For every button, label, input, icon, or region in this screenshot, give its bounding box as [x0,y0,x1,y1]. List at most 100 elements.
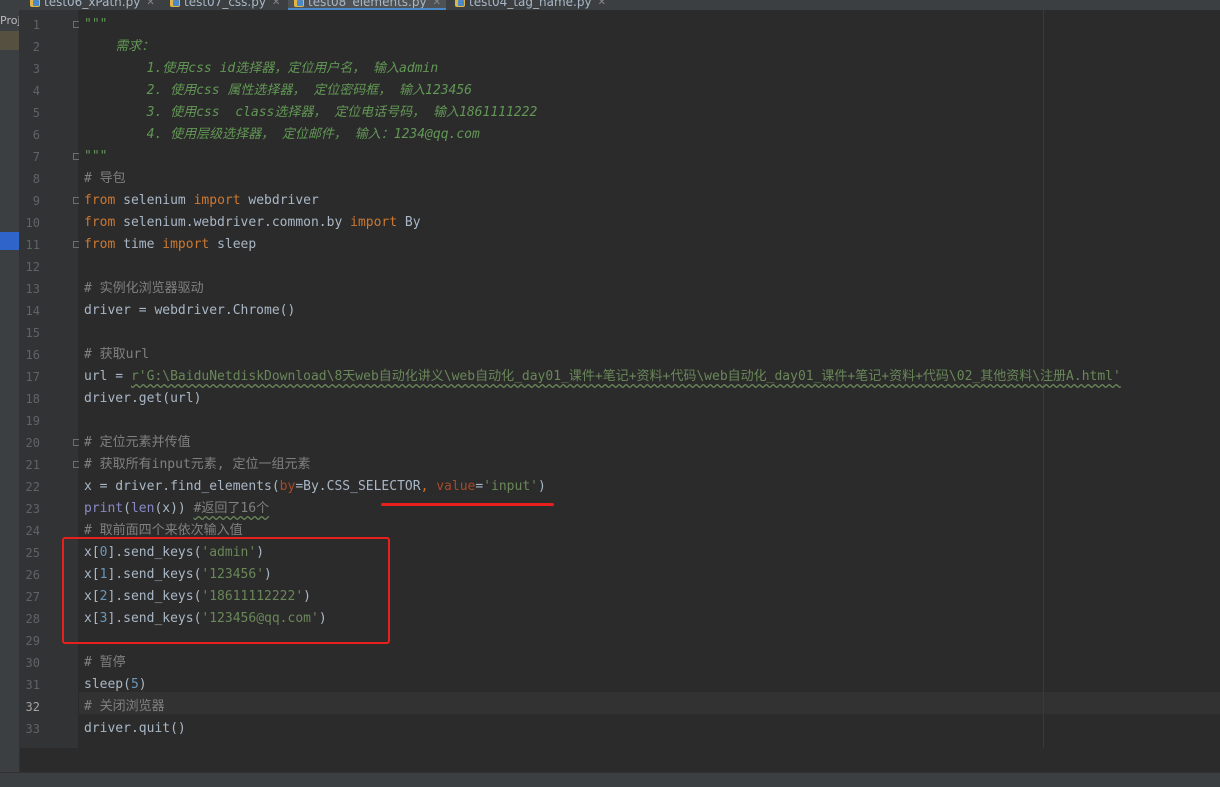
code-token: (x)) [154,501,194,516]
line-number[interactable]: 6 [20,124,40,146]
code-token: 2. 使用css 属性选择器， 定位密码框， 输入123456 [84,83,473,98]
line-number[interactable]: 33 [20,718,40,740]
code-line[interactable]: 需求： [84,36,154,58]
code-token: ) [138,677,147,692]
line-number[interactable]: 3 [20,58,40,80]
code-line[interactable]: # 实例化浏览器驱动 [84,278,204,300]
line-number[interactable]: 2 [20,36,40,58]
code-line[interactable]: from time import sleep [84,234,256,256]
code-line[interactable]: url = r'G:\BaiduNetdiskDownload\8天web自动化… [84,366,1121,388]
project-tool-panel[interactable]: Project [0,10,20,772]
line-number[interactable]: 17 [20,366,40,388]
code-token: driver.get(url) [84,391,202,406]
python-file-icon [170,0,180,7]
line-number[interactable]: 4 [20,80,40,102]
code-line[interactable]: # 定位元素并传值 [84,432,191,454]
code-token: # 定位元素并传值 [84,435,191,450]
code-line[interactable]: from selenium.webdriver.common.by import… [84,212,421,234]
line-number[interactable]: 29 [20,630,40,652]
code-token: By [397,215,421,230]
project-tree-item-selected[interactable] [0,232,19,250]
close-icon[interactable]: ✕ [433,0,441,8]
tab-test08-elements[interactable]: test08_elements.py ✕ [288,0,446,10]
code-line[interactable]: 2. 使用css 属性选择器， 定位密码框， 输入123456 [84,80,472,102]
code-token: webdriver [240,193,319,208]
line-number[interactable]: 11 [20,234,40,256]
code-token: # 导包 [84,171,126,186]
line-number[interactable]: 23 [20,498,40,520]
line-number[interactable]: 30 [20,652,40,674]
line-number[interactable]: 7 [20,146,40,168]
line-number[interactable]: 19 [20,410,40,432]
line-number[interactable]: 28 [20,608,40,630]
code-token: url = [84,369,131,384]
line-number[interactable]: 15 [20,322,40,344]
annotation-red-box [62,537,390,644]
code-token: value [436,479,476,494]
line-number[interactable]: 27 [20,586,40,608]
code-token: time [115,237,163,252]
tab-test06-xpath[interactable]: test06_xPath.py ✕ [30,0,155,10]
line-number[interactable]: 12 [20,256,40,278]
code-token: ( [123,501,131,516]
line-number[interactable]: 8 [20,168,40,190]
line-number[interactable]: 16 [20,344,40,366]
code-line[interactable]: x = driver.find_elements(by=By.CSS_SELEC… [84,476,546,498]
code-token: selenium [115,193,194,208]
code-token: = [475,479,484,494]
editor-tab-bar: test06_xPath.py ✕ test07_css.py ✕ test08… [0,0,1220,10]
code-line[interactable]: # 获取所有input元素, 定位一组元素 [84,454,310,476]
code-line[interactable]: # 获取url [84,344,149,366]
line-number[interactable]: 24 [20,520,40,542]
code-line[interactable]: """ [84,146,107,168]
code-line[interactable]: 3. 使用css class选择器， 定位电话号码， 输入1861111222 [84,102,538,124]
line-number[interactable]: 5 [20,102,40,124]
line-number[interactable]: 22 [20,476,40,498]
code-line[interactable]: driver = webdriver.Chrome() [84,300,295,322]
code-line[interactable]: print(len(x)) #返回了16个 [84,498,269,520]
close-icon[interactable]: ✕ [598,0,606,8]
line-number[interactable]: 9 [20,190,40,212]
code-token: """ [84,17,108,32]
python-file-icon [455,0,465,7]
line-number[interactable]: 26 [20,564,40,586]
tab-label: test08_elements.py [308,0,427,9]
line-number[interactable]: 25 [20,542,40,564]
code-token: from [84,237,116,252]
code-line[interactable]: driver.quit() [84,718,186,740]
code-token: ) [537,479,546,494]
line-number[interactable]: 32 [20,696,40,718]
code-token: from [84,193,116,208]
project-tree-item[interactable] [0,31,19,50]
code-line[interactable]: # 关闭浏览器 [84,696,165,718]
code-line[interactable]: # 导包 [84,168,126,190]
code-token: print [84,501,124,516]
line-number[interactable]: 20 [20,432,40,454]
code-token: selenium.webdriver.common.by [115,215,351,230]
line-number[interactable]: 1 [20,14,40,36]
code-token: by [279,479,296,494]
code-token: # 获取url [84,347,150,362]
line-number[interactable]: 13 [20,278,40,300]
close-icon[interactable]: ✕ [146,0,154,8]
tab-test04-tag-name[interactable]: test04_tag_name.py ✕ [455,0,606,10]
code-token: """ [84,149,108,164]
line-number[interactable]: 10 [20,212,40,234]
code-token: driver = webdriver.Chrome() [84,303,296,318]
line-number[interactable]: 18 [20,388,40,410]
line-number[interactable]: 14 [20,300,40,322]
code-line[interactable]: 1.使用css id选择器，定位用户名， 输入admin [84,58,439,80]
code-line[interactable]: driver.get(url) [84,388,201,410]
close-icon[interactable]: ✕ [272,0,280,8]
code-line[interactable]: 4. 使用层级选择器， 定位邮件， 输入：1234@qq.com [84,124,480,146]
code-token: # 实例化浏览器驱动 [84,281,204,296]
code-line[interactable]: # 暂停 [84,652,126,674]
code-line[interactable]: sleep(5) [84,674,147,696]
code-line[interactable]: """ [84,14,107,36]
line-number[interactable]: 31 [20,674,40,696]
code-line[interactable]: from selenium import webdriver [84,190,319,212]
tab-test07-css[interactable]: test07_css.py ✕ [170,0,280,10]
line-number[interactable]: 21 [20,454,40,476]
project-panel-label: Project [0,14,19,27]
horizontal-scroll-area[interactable] [20,748,1220,772]
